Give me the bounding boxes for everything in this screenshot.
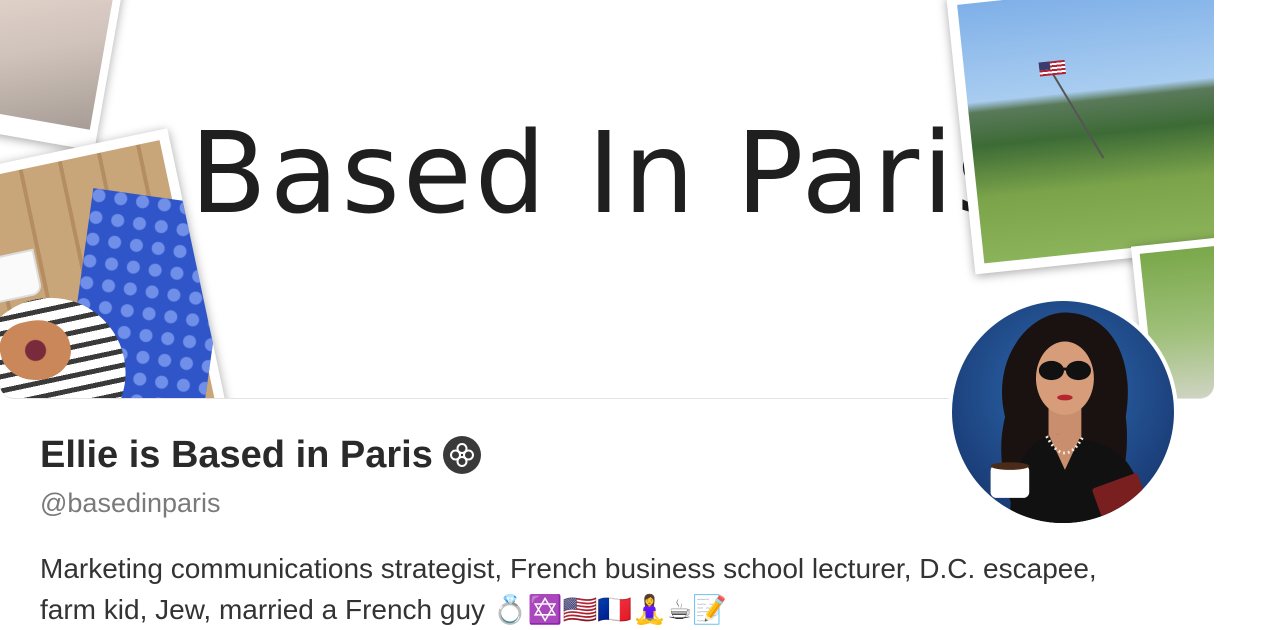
display-name: Ellie is Based in Paris [40,434,433,476]
avatar-illustration [990,312,1152,523]
banner-photo-flag-field [946,0,1214,275]
profile-handle: @basedinparis [40,488,221,518]
banner-photo-table [0,0,124,151]
profile-bio: Marketing communications strategist, Fre… [40,553,1097,625]
avatar[interactable] [948,297,1178,527]
flower-badge-icon[interactable] [443,436,481,474]
banner-title: Based In Paris [190,109,1018,239]
